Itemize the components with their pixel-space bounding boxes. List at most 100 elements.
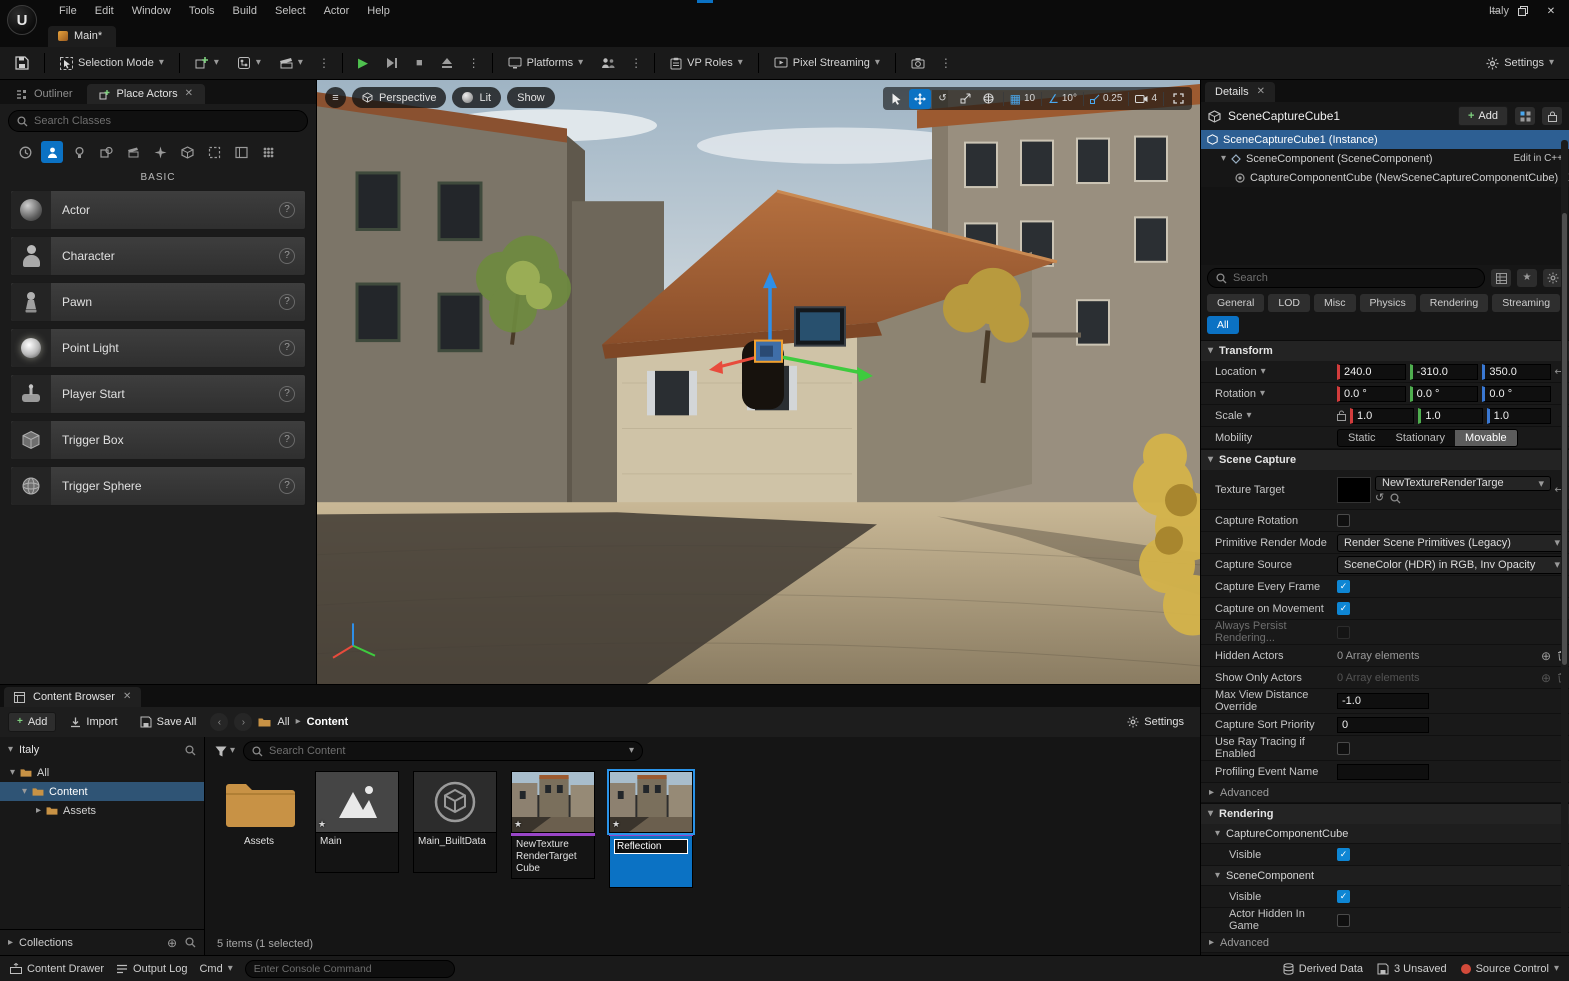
menu-tools[interactable]: Tools xyxy=(180,1,224,21)
tab-place-actors[interactable]: Place Actors ✕ xyxy=(87,84,206,104)
menu-file[interactable]: File xyxy=(50,1,86,21)
save-button[interactable] xyxy=(8,52,36,74)
toolbar-overflow-icon[interactable]: ⋮ xyxy=(314,54,334,72)
visible-checkbox[interactable]: ✓ xyxy=(1337,848,1350,861)
location-y-field[interactable]: -310.0 xyxy=(1410,364,1479,380)
place-actor-item-character[interactable]: Character ? xyxy=(10,236,306,276)
platforms-dropdown[interactable]: Platforms ▾ xyxy=(501,53,591,73)
favorites-star-icon[interactable]: ★ xyxy=(1517,269,1537,287)
scale-z-field[interactable]: 1.0 xyxy=(1487,408,1551,424)
shapes-category-icon[interactable] xyxy=(95,141,117,163)
place-actors-search[interactable] xyxy=(8,110,308,132)
place-actor-item-pawn[interactable]: Pawn ? xyxy=(10,282,306,322)
capture-rotation-checkbox[interactable] xyxy=(1337,514,1350,527)
content-drawer-button[interactable]: Content Drawer xyxy=(10,963,104,975)
filter-physics[interactable]: Physics xyxy=(1360,294,1416,312)
vp-roles-dropdown[interactable]: VP Roles ▾ xyxy=(663,53,750,74)
browse-to-asset-icon[interactable] xyxy=(1390,493,1401,504)
save-all-button[interactable]: Save All xyxy=(132,713,205,731)
help-icon[interactable]: ? xyxy=(279,432,295,448)
capture-every-frame-checkbox[interactable]: ✓ xyxy=(1337,580,1350,593)
help-icon[interactable]: ? xyxy=(279,248,295,264)
tab-content-browser[interactable]: Content Browser ✕ xyxy=(4,687,141,707)
filter-all[interactable]: All xyxy=(1207,316,1239,334)
add-collection-icon[interactable]: ⊕ xyxy=(167,937,177,949)
component-root-row[interactable]: SceneCaptureCube1 (Instance) xyxy=(1201,130,1569,149)
asset-tile-main[interactable]: ★ Main xyxy=(315,771,399,873)
lights-category-icon[interactable] xyxy=(68,141,90,163)
menu-edit[interactable]: Edit xyxy=(86,1,123,21)
lit-dropdown[interactable]: Lit xyxy=(452,87,501,108)
add-component-button[interactable]: +Add xyxy=(1458,106,1508,126)
asset-tile-assets-folder[interactable]: Assets xyxy=(217,771,301,851)
profiling-event-name-input[interactable] xyxy=(1337,764,1429,780)
frame-skip-button[interactable] xyxy=(379,53,405,73)
menu-select[interactable]: Select xyxy=(266,1,315,21)
play-options-icon[interactable]: ⋮ xyxy=(464,54,484,72)
texture-target-thumbnail[interactable] xyxy=(1337,477,1371,503)
console-command-box[interactable] xyxy=(245,960,455,978)
close-icon[interactable]: ✕ xyxy=(185,89,193,99)
cmd-dropdown[interactable]: Cmd ▾ xyxy=(199,963,232,975)
cinematics-dropdown[interactable]: ▾ xyxy=(272,52,310,74)
add-array-element-icon[interactable]: ⊕ xyxy=(1541,672,1551,684)
scenecomponent-subsection[interactable]: ▾ SceneComponent xyxy=(1201,866,1569,886)
minimize-button[interactable]: — xyxy=(1481,0,1509,22)
rotate-tool-icon[interactable]: ↺ xyxy=(932,89,954,109)
filter-rendering[interactable]: Rendering xyxy=(1420,294,1488,312)
filter-lod[interactable]: LOD xyxy=(1268,294,1310,312)
breadcrumb-content[interactable]: Content xyxy=(307,716,349,728)
scale-lock-icon[interactable] xyxy=(1337,410,1346,421)
details-search-box[interactable] xyxy=(1207,268,1485,288)
geometry-category-icon[interactable] xyxy=(176,141,198,163)
rotation-snap-toggle[interactable]: ∠10° xyxy=(1045,89,1080,109)
console-command-input[interactable] xyxy=(254,963,446,975)
viewport-menu-icon[interactable]: ≡ xyxy=(325,87,346,108)
source-control-button[interactable]: Source Control ▾ xyxy=(1461,963,1559,975)
folder-tree-item-assets[interactable]: ▸ Assets xyxy=(0,801,204,820)
asset-search-box[interactable]: ▾ xyxy=(243,741,643,761)
grid-snap-toggle[interactable]: ▦10 xyxy=(1007,89,1038,109)
asset-tile-newtexturerendertargetcube[interactable]: ★ NewTexture RenderTarget Cube xyxy=(511,771,595,879)
component-scenecomponent-row[interactable]: ▾ SceneComponent (SceneComponent) Edit i… xyxy=(1201,149,1569,168)
tab-outliner[interactable]: Outliner xyxy=(4,84,85,104)
use-selected-asset-icon[interactable]: ↺ xyxy=(1375,493,1384,504)
basic-category-icon[interactable] xyxy=(41,141,63,163)
editor-mode-dropdown[interactable]: Selection Mode ▾ xyxy=(53,53,171,74)
ray-tracing-checkbox[interactable] xyxy=(1337,742,1350,755)
volumes-category-icon[interactable] xyxy=(203,141,225,163)
all-classes-category-icon[interactable] xyxy=(257,141,279,163)
restore-button[interactable] xyxy=(1509,0,1537,22)
show-dropdown[interactable]: Show xyxy=(507,87,555,108)
scene-capture-section-header[interactable]: ▾ Scene Capture xyxy=(1201,449,1569,470)
add-array-element-icon[interactable]: ⊕ xyxy=(1541,650,1551,662)
mobility-static[interactable]: Static xyxy=(1338,430,1386,446)
eject-button[interactable] xyxy=(434,53,460,73)
rotation-z-field[interactable]: 0.0 ° xyxy=(1482,386,1551,402)
max-view-distance-input[interactable] xyxy=(1337,693,1429,709)
play-button[interactable]: ▶ xyxy=(351,51,375,75)
scrollbar-thumb[interactable] xyxy=(1562,213,1567,665)
scene-capture-advanced-row[interactable]: ▸ Advanced xyxy=(1201,783,1569,803)
camera-speed-control[interactable]: 4 xyxy=(1132,89,1160,109)
stop-button[interactable]: ■ xyxy=(409,53,430,73)
capture-tool-icon[interactable] xyxy=(904,53,932,73)
help-icon[interactable]: ? xyxy=(279,202,295,218)
help-icon[interactable]: ? xyxy=(279,478,295,494)
search-content-input[interactable] xyxy=(269,745,623,757)
visible-checkbox[interactable]: ✓ xyxy=(1337,890,1350,903)
capture-sort-priority-input[interactable] xyxy=(1337,717,1429,733)
capture-options-icon[interactable]: ⋮ xyxy=(936,54,956,72)
unsaved-changes-button[interactable]: 3 Unsaved xyxy=(1377,963,1447,975)
asset-tile-reflection-selected[interactable]: ★ xyxy=(609,771,693,888)
location-label[interactable]: Location▾ xyxy=(1201,366,1337,378)
maximize-viewport-icon[interactable] xyxy=(1167,89,1189,109)
blueprints-dropdown[interactable]: ▾ xyxy=(230,52,268,74)
scale-label[interactable]: Scale▾ xyxy=(1201,410,1337,422)
location-z-field[interactable]: 350.0 xyxy=(1482,364,1551,380)
details-settings-gear-icon[interactable] xyxy=(1543,269,1563,287)
primitive-render-mode-dropdown[interactable]: Render Scene Primitives (Legacy)▾ xyxy=(1337,534,1567,552)
filter-misc[interactable]: Misc xyxy=(1314,294,1356,312)
close-icon[interactable]: ✕ xyxy=(1257,87,1265,97)
level-viewport[interactable]: ≡ Perspective Lit Show xyxy=(317,80,1200,684)
